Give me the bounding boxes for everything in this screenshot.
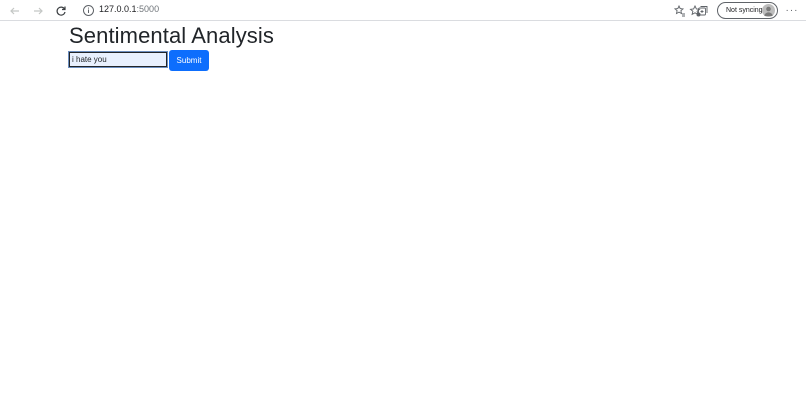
more-button[interactable]: ···: [783, 2, 801, 19]
refresh-icon: [56, 6, 66, 16]
user-icon: [764, 6, 773, 16]
info-icon[interactable]: [82, 4, 95, 17]
sync-label: Not syncing: [726, 7, 763, 14]
refresh-button[interactable]: [52, 2, 70, 19]
submit-button[interactable]: Submit: [169, 50, 209, 71]
avatar: [762, 4, 775, 17]
address-bar[interactable]: 127.0.0.1:5000: [76, 1, 704, 20]
url-port: :5000: [136, 4, 160, 14]
collections-button[interactable]: [694, 2, 712, 19]
favorites-button[interactable]: [671, 2, 689, 19]
arrow-right-icon: [34, 7, 43, 14]
arrow-left-icon: [10, 7, 19, 14]
profile-sync-button[interactable]: Not syncing: [717, 2, 778, 19]
forward-button[interactable]: [29, 2, 47, 19]
page-content: Sentimental Analysis Submit: [0, 22, 806, 411]
back-button[interactable]: [6, 2, 24, 19]
text-input[interactable]: [68, 51, 168, 68]
favorites-icon: [674, 4, 685, 16]
browser-toolbar: 127.0.0.1:5000 Not syncing ···: [0, 0, 806, 21]
page-title: Sentimental Analysis: [69, 23, 274, 48]
url-host: 127.0.0.1: [99, 4, 137, 14]
collections-icon: [698, 5, 708, 15]
url-text[interactable]: 127.0.0.1:5000: [99, 4, 159, 14]
